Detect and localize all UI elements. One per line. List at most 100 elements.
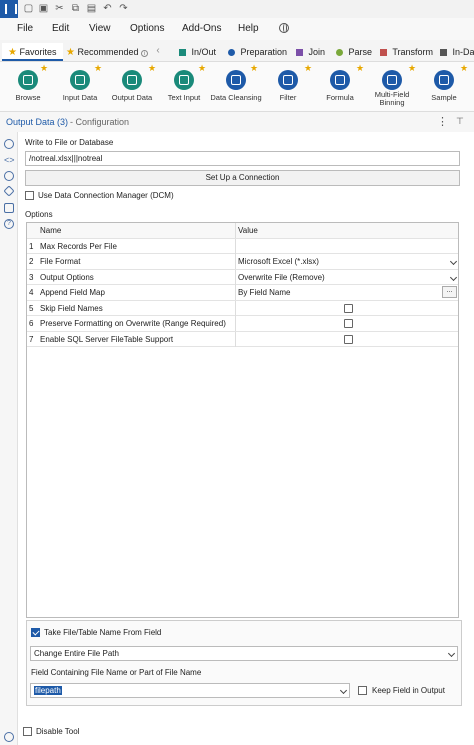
menu-help[interactable]: Help [238,23,259,34]
tab-label: Favorites [19,47,57,57]
favorite-star-icon: ★ [198,63,207,73]
setup-connection-button[interactable]: Set Up a Connection [25,170,460,186]
status-icon[interactable] [4,732,14,742]
cut-icon[interactable]: ✂ [54,3,65,14]
tool-output-data[interactable]: ★ Output Data [104,63,160,110]
tool-formula[interactable]: ★ Formula [312,63,368,110]
tool-label: Data Cleansing [210,93,262,102]
append-field-map-field[interactable]: By Field Name ... [235,285,459,300]
tag-icon[interactable] [3,185,15,197]
formula-icon [330,70,350,90]
tab-parse[interactable]: Parse [336,43,372,61]
save-icon[interactable]: ▣ [38,3,49,14]
favorite-star-icon: ★ [304,63,313,73]
panel-subtitle: - Configuration [70,117,130,127]
skip-field-names-checkbox[interactable] [344,303,353,313]
tool-multi-field-binning[interactable]: ★ Multi-Field Binning [364,63,420,110]
row-name: Append Field Map [40,288,105,297]
file-path-field[interactable]: /notreal.xlsx|||notreal [25,151,460,166]
menu-options[interactable]: Options [130,23,164,34]
data-cleansing-icon [226,70,246,90]
output-options-select[interactable]: Overwrite File (Remove) [235,269,459,285]
new-icon[interactable]: ▢ [23,3,34,14]
ellipsis-button[interactable]: ... [442,286,457,298]
pin-icon[interactable]: ⊤ [456,116,464,127]
file-format-value: Microsoft Excel (*.xlsx) [238,257,319,266]
tool-browse[interactable]: ★ Browse [0,63,56,110]
tab-label: Transform [392,47,434,57]
code-icon[interactable]: <> [4,155,15,165]
tool-sample[interactable]: ★ Sample [416,63,472,110]
table-row[interactable]: 1 Max Records Per File [27,238,459,254]
tool-text-input[interactable]: ★ Text Input [156,63,212,110]
tab-label: In/Out [191,47,217,57]
menu-bar: File Edit View Options Add-Ons Help [0,18,474,40]
tool-filter[interactable]: ★ Filter [260,63,316,110]
table-row[interactable]: 2 File Format Microsoft Excel (*.xlsx) [27,254,458,270]
tab-in-database[interactable]: In-Dat [440,43,474,61]
take-name-checkbox[interactable] [31,628,40,637]
output-data-icon [122,70,142,90]
disable-tool-checkbox[interactable] [23,727,32,736]
field-name-select[interactable]: filepath [30,683,350,698]
table-row[interactable]: 5 Skip Field Names [27,300,459,316]
append-field-map-value: By Field Name [238,288,291,297]
table-row[interactable]: 7 Enable SQL Server FileTable Support [27,331,459,347]
more-options-icon[interactable]: ⋮ [437,115,448,128]
annotation-icon[interactable] [4,171,14,181]
favorite-star-icon: ★ [356,63,365,73]
tool-label: Multi-Field Binning [374,90,410,107]
tool-data-cleansing[interactable]: ★ Data Cleansing [208,63,264,110]
redo-icon[interactable]: ↷ [118,3,129,14]
options-label: Options [25,210,53,219]
tool-label: Filter [279,93,297,102]
max-records-field[interactable] [235,238,459,254]
tool-label: Browse [15,93,41,102]
table-row[interactable]: 4 Append Field Map By Field Name ... [27,285,458,301]
scroll-left-icon[interactable]: ‹ [153,44,163,58]
skip-field-names-cell [235,300,459,316]
tool-input-data[interactable]: ★ Input Data [52,63,108,110]
cube-icon[interactable] [4,203,14,213]
tab-preparation[interactable]: Preparation [228,43,287,61]
table-row[interactable]: 3 Output Options Overwrite File (Remove) [27,269,459,285]
row-name: Enable SQL Server FileTable Support [40,334,174,344]
globe-icon[interactable] [279,23,289,33]
filetable-support-checkbox[interactable] [344,334,353,344]
change-path-value: Change Entire File Path [34,649,119,658]
output-options-value: Overwrite File (Remove) [238,272,325,282]
tab-join[interactable]: Join [296,43,325,61]
table-row[interactable]: 6 Preserve Formatting on Overwrite (Rang… [27,316,458,332]
paste-icon[interactable]: ▤ [86,3,97,14]
settings-gear-icon[interactable] [4,139,14,149]
field-containing-label: Field Containing File Name or Part of Fi… [31,668,202,677]
tab-in-out[interactable]: In/Out [179,43,216,61]
keep-field-checkbox[interactable] [358,686,367,695]
filetable-support-cell [235,331,459,347]
help-icon[interactable]: ? [4,219,14,229]
favorite-star-icon: ★ [408,63,417,73]
row-number: 6 [29,319,34,328]
file-format-select[interactable]: Microsoft Excel (*.xlsx) [235,254,459,269]
row-name: Output Options [40,272,94,282]
change-path-select[interactable]: Change Entire File Path [30,646,458,661]
favorite-star-icon: ★ [40,63,49,73]
tab-transform[interactable]: Transform [380,43,433,61]
tab-label: In-Dat [452,47,474,57]
star-icon: ★ [66,47,75,58]
filter-icon [278,70,298,90]
copy-icon[interactable]: ⧉ [70,3,81,14]
menu-file[interactable]: File [17,23,33,34]
chevron-down-icon [449,257,458,266]
dcm-checkbox[interactable] [25,191,34,200]
row-name: Preserve Formatting on Overwrite (Range … [40,319,226,328]
tab-recommended[interactable]: ★ Recommended i [66,43,149,61]
tab-favorites[interactable]: ★ Favorites [2,43,63,61]
menu-addons[interactable]: Add-Ons [182,23,221,34]
text-input-icon [174,70,194,90]
undo-icon[interactable]: ↶ [102,3,113,14]
sample-icon [434,70,454,90]
menu-view[interactable]: View [89,23,111,34]
preserve-formatting-checkbox[interactable] [344,319,353,328]
menu-edit[interactable]: Edit [52,23,69,34]
